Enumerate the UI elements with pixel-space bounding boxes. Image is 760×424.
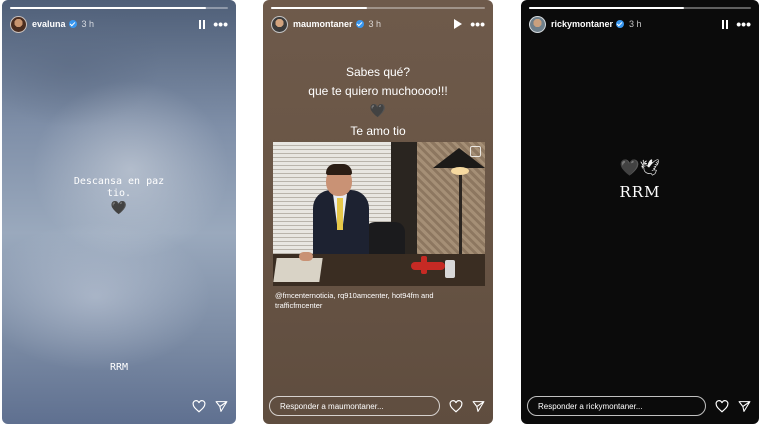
send-icon[interactable] (738, 400, 751, 413)
black-heart-icon: 🖤 (369, 103, 387, 118)
timestamp: 3 h (629, 19, 642, 29)
more-icon[interactable]: ••• (470, 17, 485, 31)
black-heart-icon: 🖤 (619, 160, 640, 177)
story-photo (273, 142, 485, 286)
story-progress-bar (271, 7, 485, 9)
story-progress-fill (10, 7, 207, 9)
story-panel-evaluna[interactable]: evaluna 3 h ••• Descansa en paz tio. 🖤 R… (2, 0, 236, 424)
story-text-line-2: que te quiero muchoooo!!! (308, 84, 448, 98)
story-signature: RRM (109, 362, 129, 373)
lamp-pole (459, 172, 462, 258)
story-header: rickymontaner 3 h ••• (529, 13, 751, 35)
reply-input[interactable]: Responder a maumontaner... (269, 396, 440, 416)
story-text-line-1: Sabes qué? (345, 65, 411, 79)
model-plane (411, 262, 445, 270)
story-header: maumontaner 3 h ••• (271, 13, 485, 35)
story-progress-fill (529, 7, 685, 9)
story-footer: Responder a rickymontaner... (527, 395, 751, 417)
pause-icon[interactable] (199, 19, 206, 29)
story-progress-fill (271, 7, 368, 9)
story-footer (8, 395, 228, 417)
timestamp: 3 h (368, 19, 382, 29)
pause-icon[interactable] (722, 19, 729, 29)
story-header: evaluna 3 h ••• (10, 13, 228, 35)
story-signature: RRM (619, 183, 661, 201)
story-text-line-3: Te amo tio (350, 124, 406, 138)
verified-badge-icon (616, 20, 625, 28)
heart-icon[interactable] (449, 399, 463, 413)
reply-input[interactable]: Responder a rickymontaner... (527, 396, 706, 416)
timestamp: 3 h (81, 19, 95, 29)
man-hair (326, 164, 352, 175)
story-footer: Responder a maumontaner... (269, 395, 485, 417)
story-progress-bar (529, 7, 751, 9)
photo-caption[interactable]: @fmcenternoticia, rq910amcenter, hot94fm… (275, 291, 481, 311)
verified-badge-icon (68, 20, 77, 28)
heart-icon[interactable] (715, 399, 729, 413)
story-progress-bar (10, 7, 228, 9)
more-icon[interactable]: ••• (736, 17, 751, 31)
send-icon[interactable] (215, 400, 228, 413)
desk-phone (445, 260, 455, 278)
more-icon[interactable]: ••• (213, 17, 228, 31)
story-text-line-1: Descansa en paz (73, 176, 165, 187)
avatar[interactable] (271, 15, 288, 33)
send-icon[interactable] (472, 400, 485, 413)
desk-papers (273, 258, 323, 282)
tag-icon[interactable] (470, 146, 481, 157)
avatar[interactable] (529, 15, 546, 33)
avatar[interactable] (10, 15, 27, 33)
lamp-glow (451, 167, 469, 175)
username[interactable]: maumontaner (293, 19, 353, 29)
heart-icon[interactable] (192, 399, 206, 413)
play-icon[interactable] (454, 19, 463, 29)
story-panel-maumontaner[interactable]: maumontaner 3 h ••• Sabes qué? que te qu… (263, 0, 493, 424)
verified-badge-icon (355, 20, 364, 28)
man-hand (299, 252, 313, 261)
story-text: Descansa en paz tio. (2, 176, 236, 200)
story-text-line-2: tio. (106, 188, 132, 199)
story-emoji: 🖤🕊 (521, 158, 759, 178)
username[interactable]: rickymontaner (551, 19, 613, 29)
man-tie (337, 198, 343, 230)
black-heart-icon: 🖤 (110, 200, 128, 215)
story-panel-rickymontaner[interactable]: rickymontaner 3 h ••• 🖤🕊 RRM Responder a… (521, 0, 759, 424)
username[interactable]: evaluna (32, 19, 66, 29)
dove-icon: 🕊 (639, 160, 661, 177)
